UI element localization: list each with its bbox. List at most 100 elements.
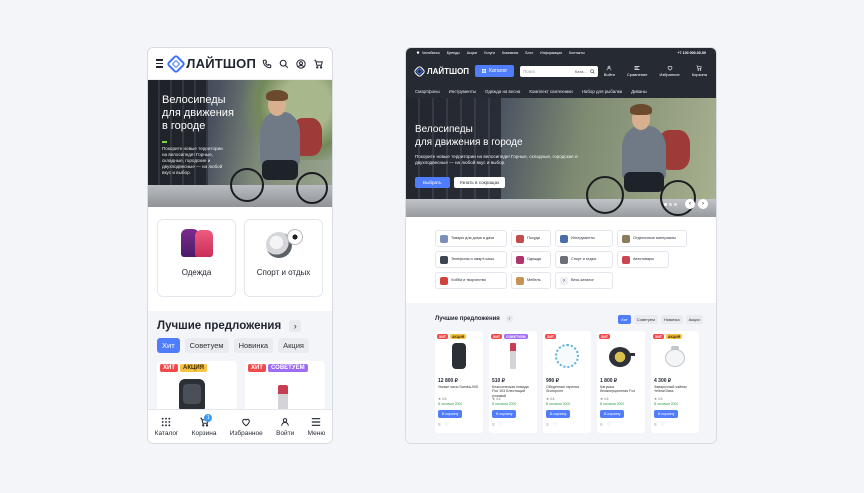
slider-dot[interactable] (664, 203, 667, 206)
user-icon[interactable] (296, 58, 306, 69)
catalog-button[interactable]: Каталог (475, 65, 515, 77)
search-icon[interactable] (279, 59, 289, 69)
cart-action[interactable]: Корзина (692, 65, 707, 77)
compare-icon[interactable]: ≡ (492, 422, 495, 428)
top-link[interactable]: Бренды (447, 51, 460, 55)
tab-favorites[interactable]: Избранное (230, 417, 263, 437)
category-auto[interactable]: Автотовары (617, 251, 669, 268)
product-name[interactable]: Катушка безынерционная Fox (600, 385, 642, 394)
logo[interactable]: ЛАЙТШОП (413, 64, 469, 78)
category-finishing[interactable]: Отделочные материалы (617, 230, 687, 247)
heart-icon[interactable]: ♡ (445, 422, 449, 428)
nav-item[interactable]: Одежда на весна (485, 89, 520, 94)
tab-menu[interactable]: Меню (308, 417, 325, 437)
phone-number[interactable]: +7 100 000-00-00 (678, 51, 706, 55)
search-category[interactable]: Ката... (575, 69, 587, 74)
slider-dots (664, 203, 677, 206)
category-furniture[interactable]: Мебель (511, 272, 551, 289)
category-card-sport[interactable]: Спорт и отдых (244, 219, 323, 297)
chip-hit[interactable]: Хит (157, 338, 180, 353)
add-to-cart-button[interactable]: В корзину (438, 410, 463, 418)
chevron-right-icon[interactable]: › (505, 315, 513, 322)
product-stock: В наличии 2000 (492, 402, 517, 406)
top-link[interactable]: Акции (467, 51, 477, 55)
top-link[interactable]: Компания (502, 51, 518, 55)
add-to-cart-button[interactable]: В корзину (546, 410, 571, 418)
badge-sale: АКЦИЯ (450, 334, 467, 339)
compare-icon[interactable]: ≡ (654, 422, 657, 428)
search-input[interactable]: Поиск (523, 69, 572, 74)
heart-icon[interactable]: ♡ (661, 422, 665, 428)
chevron-right-icon[interactable]: › (289, 320, 302, 332)
logo[interactable]: ЛАЙТШОП (166, 53, 256, 74)
slider-dot[interactable] (669, 203, 672, 206)
cart-icon[interactable] (313, 59, 324, 69)
product-name[interactable]: Обеденная тарелка Snowpoint (546, 385, 588, 394)
add-to-cart-button[interactable]: В корзину (600, 410, 625, 418)
product-card[interactable]: ХИТ 1 800 ₽ Катушка безынерционная Fox ★… (597, 331, 645, 433)
city-selector[interactable]: Челябинск (416, 51, 440, 55)
chip-recommend[interactable]: Советуем (184, 338, 229, 353)
chip-sale[interactable]: Акция (278, 338, 309, 353)
hero-banner[interactable]: Велосипеды для движения в городе Покорит… (406, 98, 716, 217)
category-hobby[interactable]: Хобби и творчество (435, 272, 507, 289)
category-sport[interactable]: Спорт и отдых (555, 251, 613, 268)
category-dishes[interactable]: Посуда (511, 230, 551, 247)
product-list: ХИТ АКЦИЯ 12 800 ₽ Умные часы Samba-005 … (435, 331, 699, 433)
product-card[interactable]: ХИТ СОВЕТУЕМ 510 ₽ Классическая помада F… (489, 331, 537, 433)
product-name[interactable]: Умные часы Samba-005 (438, 385, 480, 389)
compare-icon[interactable]: ≡ (600, 422, 603, 428)
slider-dot[interactable] (674, 203, 677, 206)
product-card[interactable]: ХИТ АКЦИЯ 4 300 ₽ Заварочный чайник Yell… (651, 331, 699, 433)
login-action[interactable]: Войти (604, 65, 615, 77)
category-tools[interactable]: Инструменты (555, 230, 613, 247)
search-field[interactable]: Поиск Ката... (520, 65, 598, 77)
category-label: Мебель (527, 278, 541, 283)
compare-icon[interactable]: ≡ (438, 422, 441, 428)
hero-choose-button[interactable]: Выбрать (415, 177, 450, 189)
tab-catalog[interactable]: Каталог (155, 417, 178, 437)
product-card[interactable]: ХИТ АКЦИЯ 12 800 ₽ Умные часы Samba-005 … (435, 331, 483, 433)
compare-action[interactable]: Сравнение (627, 65, 647, 77)
top-link[interactable]: Контакты (569, 51, 585, 55)
add-to-cart-button[interactable]: В корзину (654, 410, 679, 418)
hero-banner[interactable]: Велосипеды для движения в городе Покорит… (148, 80, 332, 207)
nav-item[interactable]: Диваны (631, 89, 647, 94)
badge-recommend: СОВЕТУЕМ (504, 334, 528, 339)
nav-item[interactable]: Набор для рыбалки (582, 89, 622, 94)
top-link[interactable]: Услуги (484, 51, 495, 55)
menu-icon[interactable] (156, 59, 164, 68)
logo-mark-icon (413, 64, 426, 78)
chip-sale[interactable]: Акция (685, 315, 703, 324)
category-all[interactable]: › Весь каталог (555, 272, 613, 289)
chip-hit[interactable]: Хит (618, 315, 631, 324)
tab-login[interactable]: Войти (276, 417, 294, 437)
product-name[interactable]: Заварочный чайник YellowGlass (654, 385, 696, 394)
hero-learn-button[interactable]: Узнать в сокращах (453, 177, 506, 189)
heart-icon[interactable]: ♡ (607, 422, 611, 428)
category-clothes[interactable]: Одежда (511, 251, 551, 268)
compare-icon[interactable]: ≡ (546, 422, 549, 428)
nav-item[interactable]: Инструменты (449, 89, 476, 94)
add-to-cart-button[interactable]: В корзину (492, 410, 517, 418)
product-stock: В наличии 2000 (600, 402, 625, 406)
product-card[interactable]: ХИТ 990 ₽ Обеденная тарелка Snowpoint ★ … (543, 331, 591, 433)
top-link[interactable]: Информация (540, 51, 562, 55)
nav-item[interactable]: Смартфоны (415, 89, 440, 94)
chip-new[interactable]: Новинка (660, 315, 683, 324)
heart-icon[interactable]: ♡ (499, 422, 503, 428)
phone-icon[interactable] (262, 59, 272, 69)
heart-icon[interactable]: ♡ (553, 422, 557, 428)
product-rating: ★ 4.6 (546, 397, 555, 401)
category-card-clothes[interactable]: Одежда (157, 219, 236, 297)
category-phones[interactable]: Телефоны и смарт-часы (435, 251, 507, 268)
chip-new[interactable]: Новинка (233, 338, 274, 353)
category-home[interactable]: Товары для дома и дачи (435, 230, 507, 247)
chevron-left-icon[interactable]: ‹ (685, 199, 695, 209)
top-link[interactable]: Блог (525, 51, 533, 55)
tab-cart[interactable]: 1 Корзина (192, 413, 216, 437)
chevron-right-icon[interactable]: › (698, 199, 708, 209)
favorites-action[interactable]: Избранное (659, 65, 680, 77)
chip-recommend[interactable]: Советуем (633, 315, 658, 324)
nav-item[interactable]: Комплект сантехники (529, 89, 572, 94)
